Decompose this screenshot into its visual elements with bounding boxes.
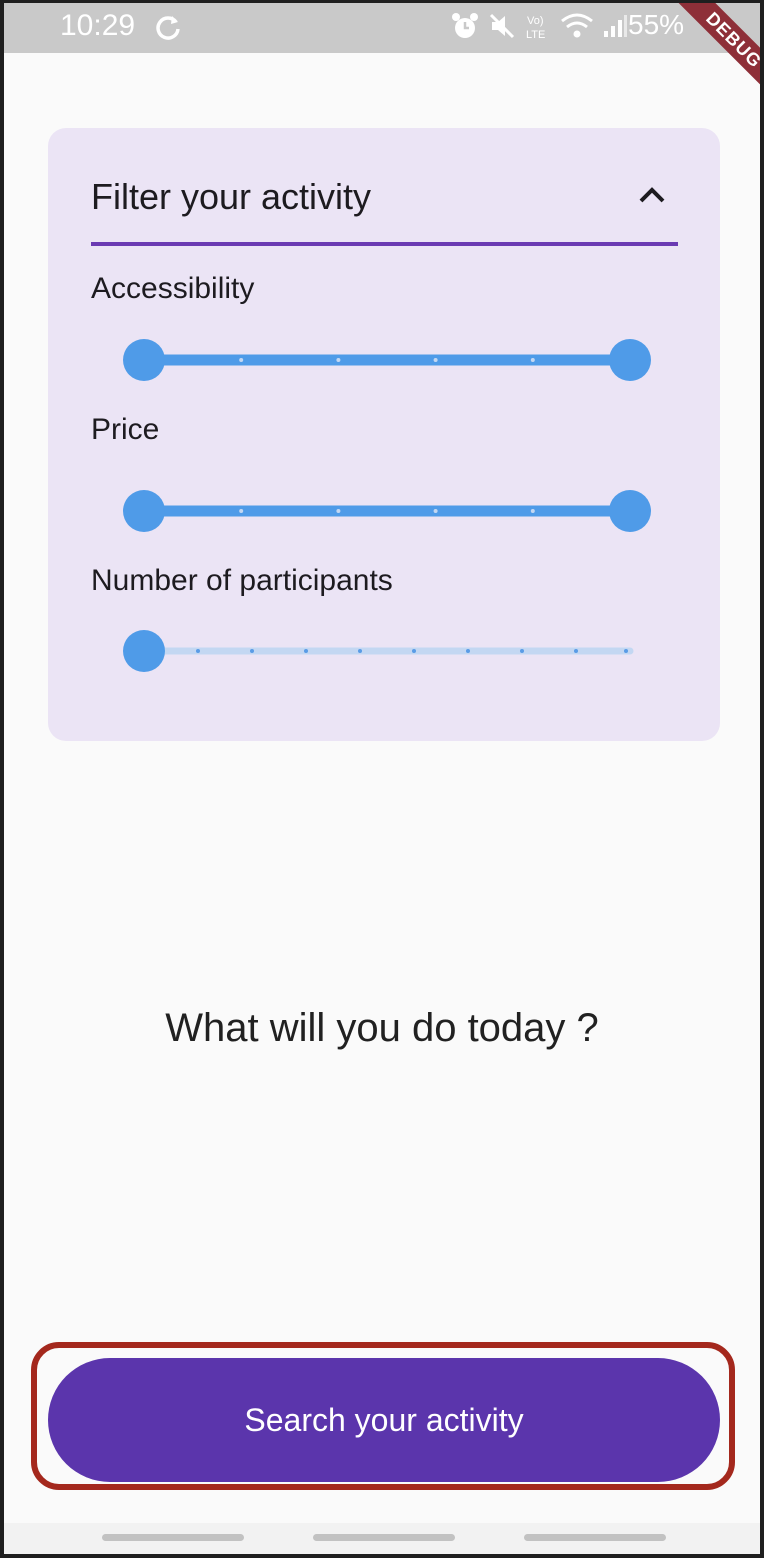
nav-back-button[interactable] <box>524 1534 666 1541</box>
slider-tick <box>196 649 200 653</box>
slider-tick <box>520 649 524 653</box>
slider-tick <box>358 649 362 653</box>
status-icons: Vo) LTE <box>450 11 628 46</box>
nav-recents-button[interactable] <box>102 1534 244 1541</box>
slider-thumb-end <box>609 490 651 532</box>
slider-tick <box>433 509 438 513</box>
status-time: 10:29 <box>60 9 136 42</box>
slider-tick <box>336 358 341 362</box>
participants-slider[interactable] <box>120 626 650 676</box>
slider-tick <box>624 649 628 653</box>
filter-divider <box>91 242 678 246</box>
app-screen: 10:29 Vo) LTE 55% DEBUG Filter your acti… <box>4 3 760 1554</box>
wifi-icon <box>560 12 594 45</box>
chevron-up-icon[interactable] <box>636 182 668 208</box>
status-bar: 10:29 Vo) LTE 55% <box>4 3 760 53</box>
slider-tick <box>466 649 470 653</box>
svg-text:Vo): Vo) <box>527 15 544 27</box>
mute-icon <box>488 12 516 45</box>
filter-title: Filter your activity <box>91 176 372 217</box>
slider-tick <box>304 649 308 653</box>
slider-thumb-end <box>609 339 651 381</box>
volte-icon: Vo) LTE <box>524 11 552 46</box>
price-range-slider[interactable] <box>120 486 651 536</box>
battery-level: 55% <box>628 9 685 40</box>
slider-tick <box>412 649 416 653</box>
price-label: Price <box>91 413 160 446</box>
nav-home-button[interactable] <box>313 1534 455 1541</box>
slider-tick <box>530 358 535 362</box>
accessibility-label: Accessibility <box>91 272 255 305</box>
sync-icon <box>154 13 182 46</box>
slider-tick <box>239 509 244 513</box>
slider-thumb-start <box>123 490 165 532</box>
filter-panel: Filter your activity Accessibility Price… <box>48 128 720 741</box>
slider-tick <box>239 358 244 362</box>
slider-tick <box>433 358 438 362</box>
slider-tick <box>336 509 341 513</box>
svg-text:LTE: LTE <box>526 29 545 41</box>
headline: What will you do today ? <box>165 1006 599 1050</box>
slider-tick <box>530 509 535 513</box>
slider-tick <box>250 649 254 653</box>
slider-thumb <box>123 630 165 672</box>
alarm-icon <box>450 11 480 46</box>
slider-tick <box>574 649 578 653</box>
accessibility-range-slider[interactable] <box>120 335 651 385</box>
signal-icon <box>602 13 628 44</box>
slider-thumb-start <box>123 339 165 381</box>
navigation-bar <box>4 1523 760 1554</box>
search-button[interactable]: Search your activity <box>48 1358 720 1482</box>
participants-label: Number of participants <box>91 564 393 597</box>
